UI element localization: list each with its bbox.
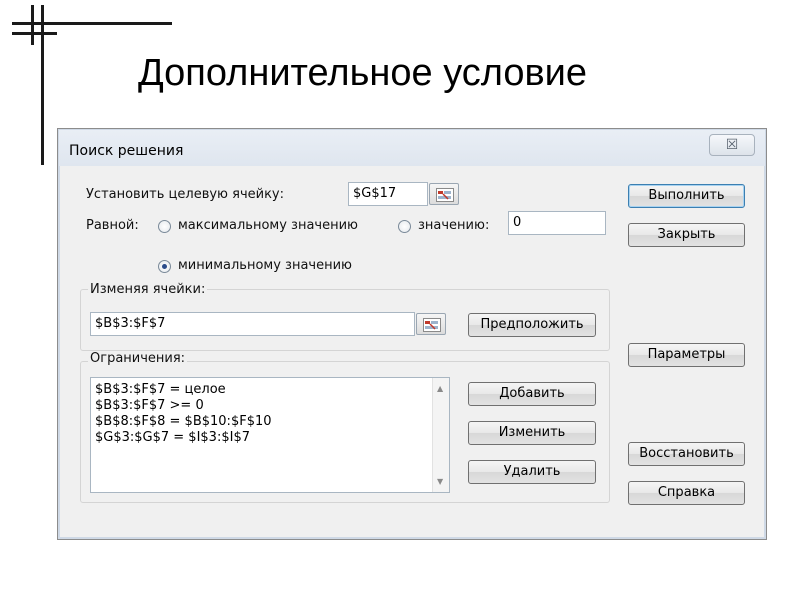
scroll-down-icon[interactable]: ▼ xyxy=(437,477,443,486)
window-close-button[interactable]: ☒ xyxy=(709,134,755,156)
scroll-up-icon[interactable]: ▲ xyxy=(437,384,443,393)
change-constraint-button[interactable]: Изменить xyxy=(468,421,596,445)
constraint-item[interactable]: $B$3:$F$7 = целое xyxy=(95,382,226,397)
radio-min[interactable] xyxy=(158,260,171,273)
radio-value-label: значению: xyxy=(418,218,490,233)
decor-line-horizontal-1 xyxy=(12,22,172,25)
constraints-label: Ограничения: xyxy=(88,351,188,366)
target-cell-input[interactable]: $G$17 xyxy=(348,182,428,206)
help-button[interactable]: Справка xyxy=(628,481,745,505)
close-button[interactable]: Закрыть xyxy=(628,223,745,247)
equal-to-label: Равной: xyxy=(86,218,139,233)
options-button[interactable]: Параметры xyxy=(628,343,745,367)
target-cell-label: Установить целевую ячейку: xyxy=(86,187,284,202)
constraint-item[interactable]: $B$3:$F$7 >= 0 xyxy=(95,398,204,413)
constraint-item[interactable]: $G$3:$G$7 = $I$3:$I$7 xyxy=(95,430,250,445)
range-select-icon xyxy=(423,318,441,332)
target-cell-collapse-button[interactable] xyxy=(429,183,459,205)
delete-constraint-button[interactable]: Удалить xyxy=(468,460,596,484)
constraint-item[interactable]: $B$8:$F$8 = $B$10:$F$10 xyxy=(95,414,272,429)
solver-dialog: Поиск решения ☒ Установить целевую ячейк… xyxy=(57,128,767,540)
radio-max-label: максимальному значению xyxy=(178,218,359,233)
dialog-titlebar: Поиск решения ☒ xyxy=(59,130,765,166)
add-constraint-button[interactable]: Добавить xyxy=(468,382,596,406)
constraints-scrollbar[interactable]: ▲ ▼ xyxy=(432,378,449,492)
changing-cells-label: Изменяя ячейки: xyxy=(88,282,208,297)
radio-max[interactable] xyxy=(158,220,171,233)
constraints-list[interactable]: $B$3:$F$7 = целое $B$3:$F$7 >= 0 $B$8:$F… xyxy=(90,377,450,493)
range-select-icon xyxy=(436,188,454,202)
changing-cells-collapse-button[interactable] xyxy=(416,313,446,335)
radio-value[interactable] xyxy=(398,220,411,233)
changing-cells-input[interactable]: $B$3:$F$7 xyxy=(90,312,415,336)
dialog-title: Поиск решения xyxy=(69,143,184,159)
decor-line-vertical-1 xyxy=(31,5,34,45)
radio-min-label: минимальному значению xyxy=(178,258,352,273)
close-icon: ☒ xyxy=(725,137,739,153)
reset-button[interactable]: Восстановить xyxy=(628,442,745,466)
decor-line-horizontal-2 xyxy=(12,32,57,35)
guess-button[interactable]: Предположить xyxy=(468,313,596,337)
solve-button[interactable]: Выполнить xyxy=(628,184,745,208)
decor-line-vertical-2 xyxy=(41,5,44,165)
slide-title: Дополнительное условие xyxy=(138,52,588,94)
value-input[interactable]: 0 xyxy=(508,211,606,235)
